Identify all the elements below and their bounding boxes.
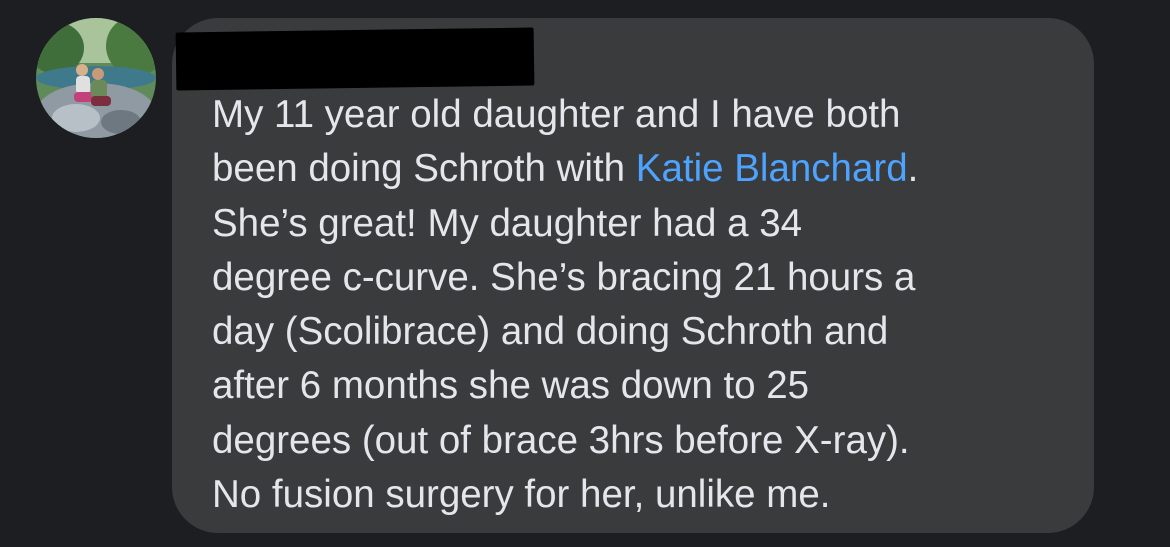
comment-text-part2: . She’s great! My daughter had a 34 degr… [212,147,919,517]
avatar[interactable] [36,18,156,138]
profile-photo-icon [36,18,156,138]
comment-text: My 11 year old daughter and I have both … [212,88,1082,522]
comment-screen: My 11 year old daughter and I have both … [0,0,1170,547]
mention-link[interactable]: Katie Blanchard [636,147,908,190]
redacted-author-name [175,27,535,91]
